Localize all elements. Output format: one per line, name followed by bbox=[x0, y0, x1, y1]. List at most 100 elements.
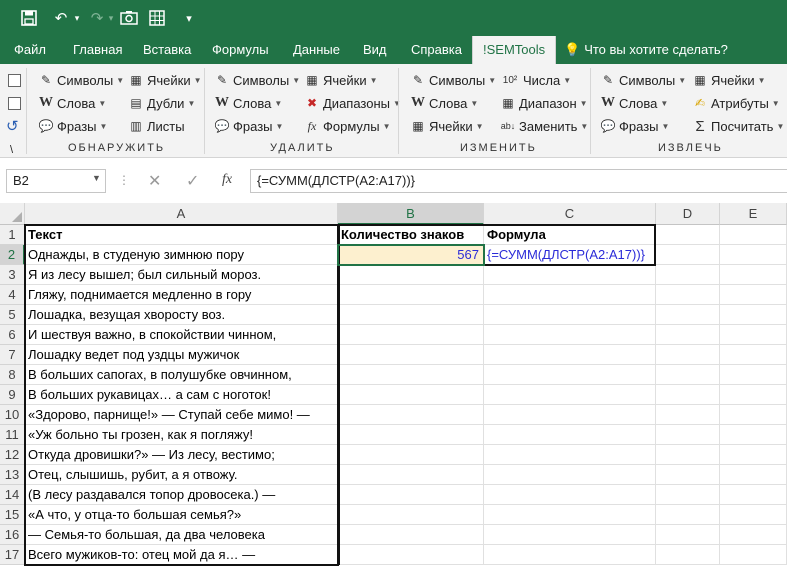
change-symbols-button[interactable]: ✎ Символы ▼ bbox=[410, 70, 496, 90]
cell-c14[interactable] bbox=[484, 485, 656, 505]
cell-d2[interactable] bbox=[656, 245, 720, 265]
cell-d1[interactable] bbox=[656, 225, 720, 245]
cell-a14[interactable]: (В лесу раздавался топор дровосека.) — bbox=[25, 485, 338, 505]
detect-sheets-button[interactable]: ▥ Листы bbox=[128, 116, 184, 136]
fx-icon[interactable]: fx bbox=[222, 172, 232, 188]
column-header-d[interactable]: D bbox=[656, 203, 720, 225]
cell-b1[interactable]: Количество знаков bbox=[338, 225, 484, 245]
count-button[interactable]: Σ Посчитать ▼ bbox=[692, 116, 784, 136]
cell-c2[interactable]: {=СУММ(ДЛСТР(A2:A17))} bbox=[484, 245, 656, 265]
row-header-14[interactable]: 14 bbox=[0, 485, 25, 505]
extract-phrases-button[interactable]: 💬 Фразы ▼ bbox=[600, 116, 670, 136]
cell-b3[interactable] bbox=[338, 265, 484, 285]
detect-cells-button[interactable]: ▦ Ячейки ▼ bbox=[128, 70, 201, 90]
cell-d4[interactable] bbox=[656, 285, 720, 305]
delete-formulas-button[interactable]: fx Формулы ▼ bbox=[304, 116, 391, 136]
tab-home[interactable]: Главная bbox=[73, 36, 122, 64]
cell-a2[interactable]: Однажды, в студеную зимнюю пору bbox=[25, 245, 338, 265]
cell-e17[interactable] bbox=[720, 545, 787, 565]
row-header-13[interactable]: 13 bbox=[0, 465, 25, 485]
row-header-15[interactable]: 15 bbox=[0, 505, 25, 525]
cell-e6[interactable] bbox=[720, 325, 787, 345]
detect-words-button[interactable]: W Слова ▼ bbox=[38, 93, 106, 113]
cell-e14[interactable] bbox=[720, 485, 787, 505]
cell-c16[interactable] bbox=[484, 525, 656, 545]
delete-words-button[interactable]: W Слова ▼ bbox=[214, 93, 282, 113]
row-header-8[interactable]: 8 bbox=[0, 365, 25, 385]
tab-file[interactable]: Файл bbox=[14, 36, 46, 64]
cell-d16[interactable] bbox=[656, 525, 720, 545]
cell-e8[interactable] bbox=[720, 365, 787, 385]
cell-a12[interactable]: Откуда дровишки?» — Из лесу, вестимо; bbox=[25, 445, 338, 465]
cell-c4[interactable] bbox=[484, 285, 656, 305]
row-header-4[interactable]: 4 bbox=[0, 285, 25, 305]
cell-e2[interactable] bbox=[720, 245, 787, 265]
delete-cells-button[interactable]: ▦ Ячейки ▼ bbox=[304, 70, 377, 90]
cell-c13[interactable] bbox=[484, 465, 656, 485]
cell-a11[interactable]: «Уж больно ты грозен, как я погляжу! bbox=[25, 425, 338, 445]
cell-d11[interactable] bbox=[656, 425, 720, 445]
cell-b11[interactable] bbox=[338, 425, 484, 445]
undo-dropdown-icon[interactable]: ▾ bbox=[72, 6, 82, 30]
row-header-1[interactable]: 1 bbox=[0, 225, 25, 245]
row-header-11[interactable]: 11 bbox=[0, 425, 25, 445]
cell-b2[interactable]: 567 bbox=[338, 245, 484, 265]
cell-b4[interactable] bbox=[338, 285, 484, 305]
cell-e15[interactable] bbox=[720, 505, 787, 525]
detect-phrases-button[interactable]: 💬 Фразы ▼ bbox=[38, 116, 108, 136]
refresh-icon[interactable]: ↺ bbox=[6, 116, 19, 136]
row-header-2[interactable]: 2 bbox=[0, 245, 25, 265]
cell-c1[interactable]: Формула bbox=[484, 225, 656, 245]
cell-b16[interactable] bbox=[338, 525, 484, 545]
detect-symbols-button[interactable]: ✎ Символы ▼ bbox=[38, 70, 124, 90]
checkbox-2[interactable] bbox=[8, 97, 21, 110]
row-header-3[interactable]: 3 bbox=[0, 265, 25, 285]
cell-e10[interactable] bbox=[720, 405, 787, 425]
tell-me[interactable]: 💡 Что вы хотите сделать? bbox=[564, 36, 728, 64]
cell-c7[interactable] bbox=[484, 345, 656, 365]
delete-ranges-button[interactable]: ✖ Диапазоны ▼ bbox=[304, 93, 401, 113]
delete-phrases-button[interactable]: 💬 Фразы ▼ bbox=[214, 116, 284, 136]
change-range-button[interactable]: ▦ Диапазон ▼ bbox=[500, 93, 587, 113]
cell-d15[interactable] bbox=[656, 505, 720, 525]
cell-b14[interactable] bbox=[338, 485, 484, 505]
cell-e9[interactable] bbox=[720, 385, 787, 405]
more-options-icon[interactable]: ⋮ bbox=[118, 173, 130, 187]
cell-a1[interactable]: Текст bbox=[25, 225, 338, 245]
cell-a13[interactable]: Отец, слышишь, рубит, а я отвожу. bbox=[25, 465, 338, 485]
customize-qat-icon[interactable]: ▾ bbox=[180, 6, 198, 30]
cell-c12[interactable] bbox=[484, 445, 656, 465]
checkbox-1[interactable] bbox=[8, 74, 21, 87]
row-header-5[interactable]: 5 bbox=[0, 305, 25, 325]
extract-words-button[interactable]: W Слова ▼ bbox=[600, 93, 668, 113]
cell-d14[interactable] bbox=[656, 485, 720, 505]
grid-icon[interactable] bbox=[146, 6, 168, 30]
cell-b6[interactable] bbox=[338, 325, 484, 345]
cell-a9[interactable]: В больших рукавицах… а сам с ноготок! bbox=[25, 385, 338, 405]
extract-attributes-button[interactable]: ✍ Атрибуты ▼ bbox=[692, 93, 780, 113]
tab-data[interactable]: Данные bbox=[293, 36, 340, 64]
cell-b8[interactable] bbox=[338, 365, 484, 385]
cell-d9[interactable] bbox=[656, 385, 720, 405]
row-header-7[interactable]: 7 bbox=[0, 345, 25, 365]
cell-a6[interactable]: И шествуя важно, в спокойствии чинном, bbox=[25, 325, 338, 345]
cell-e12[interactable] bbox=[720, 445, 787, 465]
row-header-17[interactable]: 17 bbox=[0, 545, 25, 565]
redo-icon[interactable]: ↷ bbox=[86, 6, 108, 30]
cell-b17[interactable] bbox=[338, 545, 484, 565]
cell-a8[interactable]: В больших сапогах, в полушубке овчинном, bbox=[25, 365, 338, 385]
extract-cells-button[interactable]: ▦ Ячейки ▼ bbox=[692, 70, 765, 90]
cancel-icon[interactable]: ✕ bbox=[148, 171, 161, 191]
detect-duplicates-button[interactable]: ▤ Дубли ▼ bbox=[128, 93, 195, 113]
cell-d6[interactable] bbox=[656, 325, 720, 345]
expand-icon[interactable]: \ bbox=[10, 140, 13, 160]
cell-a16[interactable]: — Семья-то большая, да два человека bbox=[25, 525, 338, 545]
cell-d10[interactable] bbox=[656, 405, 720, 425]
column-header-e[interactable]: E bbox=[720, 203, 787, 225]
tab-formulas[interactable]: Формулы bbox=[212, 36, 269, 64]
change-numbers-button[interactable]: 10² Числа ▼ bbox=[500, 70, 571, 90]
confirm-icon[interactable]: ✓ bbox=[186, 171, 199, 191]
formula-input[interactable]: {=СУММ(ДЛСТР(A2:A17))} bbox=[250, 169, 787, 193]
cell-d8[interactable] bbox=[656, 365, 720, 385]
select-all-corner[interactable] bbox=[0, 203, 25, 225]
